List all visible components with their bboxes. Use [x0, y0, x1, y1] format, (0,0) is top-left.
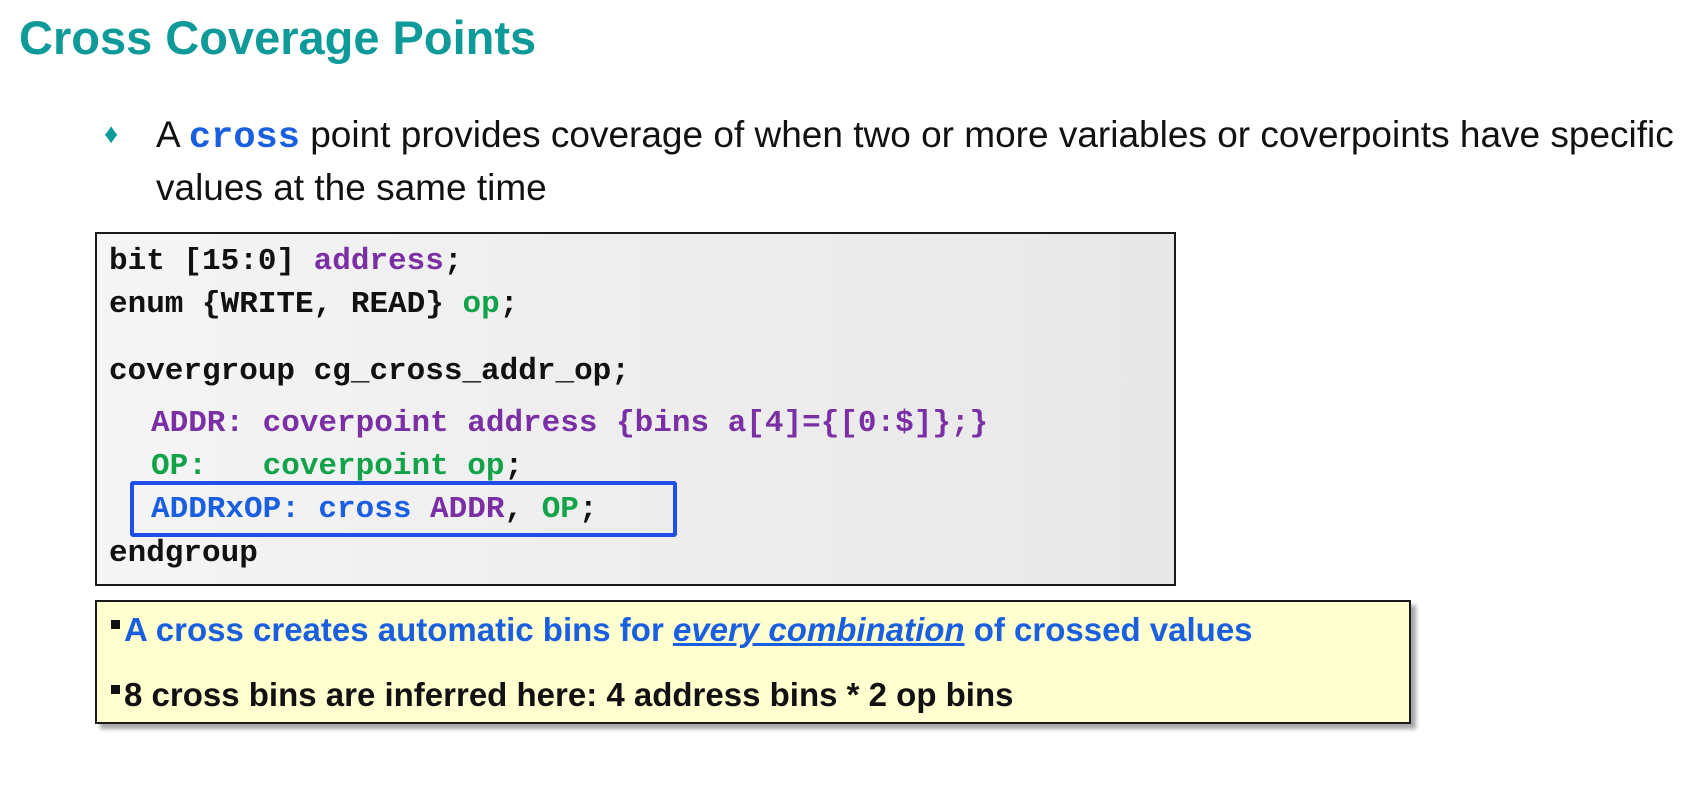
note-text: A cross creates automatic bins for: [124, 611, 673, 648]
code-line-4: ADDR: coverpoint address {bins a[4]={[0:…: [151, 406, 988, 442]
code-token: OP: coverpoint op: [151, 449, 505, 484]
cross-highlight-box: [130, 481, 677, 537]
code-token: enum {WRITE, READ}: [109, 287, 463, 322]
code-line-5: OP: coverpoint op;: [151, 449, 523, 485]
slide-title: Cross Coverage Points: [19, 11, 537, 64]
code-line-7: endgroup: [109, 536, 258, 572]
note-emphasis: every combination: [672, 611, 965, 648]
bullet-prefix: A: [156, 114, 189, 155]
code-token: ;: [443, 244, 463, 279]
note-box: A cross creates automatic bins for every…: [95, 600, 1411, 724]
bullet-suffix: point provides coverage of when two or m…: [156, 114, 1674, 208]
square-bullet-icon: [111, 619, 120, 629]
code-token: address: [313, 244, 444, 279]
diamond-bullet-icon: ♦: [104, 118, 119, 149]
bullet-text: A cross point provides coverage of when …: [156, 110, 1696, 213]
cross-keyword: cross: [188, 117, 300, 159]
code-token: endgroup: [109, 536, 258, 571]
code-line-1: bit [15:0] address;: [109, 244, 462, 280]
code-token: covergroup cg_cross_addr_op;: [109, 354, 630, 389]
code-token: bit [15:0]: [109, 244, 314, 279]
code-line-3: covergroup cg_cross_addr_op;: [109, 354, 630, 390]
code-token: ;: [504, 449, 524, 484]
note-text: of crossed values: [964, 611, 1253, 648]
code-token: ;: [499, 287, 519, 322]
square-bullet-icon: [111, 684, 120, 694]
note-line-1: A cross creates automatic bins for every…: [111, 610, 1253, 650]
note-text: 8 cross bins are inferred here: 4 addres…: [124, 676, 1014, 713]
code-token: ADDR: coverpoint address {bins a[4]={[0:…: [151, 406, 989, 441]
code-block: bit [15:0] address; enum {WRITE, READ} o…: [95, 232, 1176, 586]
code-line-2: enum {WRITE, READ} op;: [109, 287, 518, 323]
code-token: op: [462, 287, 500, 322]
note-line-2: 8 cross bins are inferred here: 4 addres…: [111, 675, 1014, 715]
